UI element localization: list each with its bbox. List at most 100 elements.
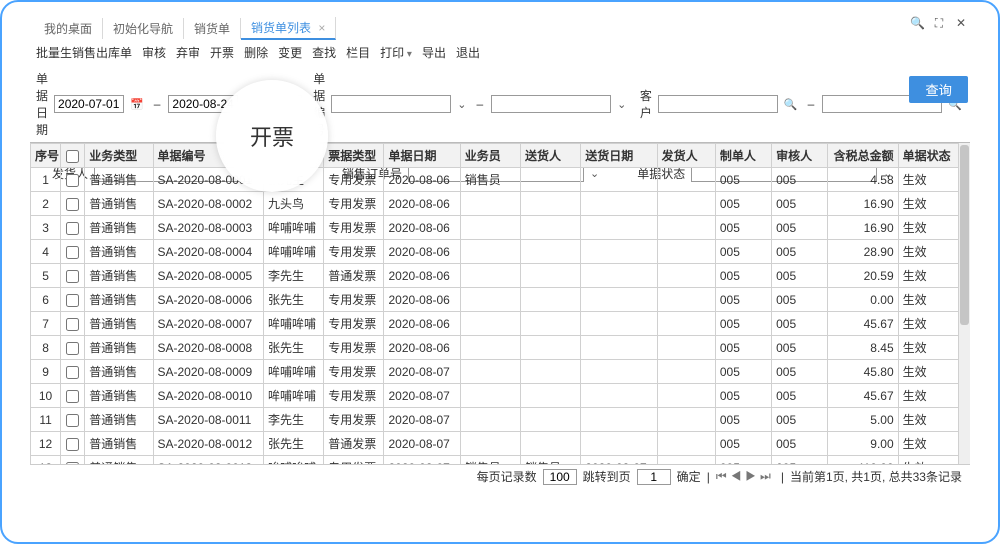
cell-check[interactable]	[61, 216, 85, 240]
col-auditor[interactable]: 审核人	[772, 144, 828, 168]
cell-check[interactable]	[61, 384, 85, 408]
table-row[interactable]: 7普通销售SA-2020-08-0007哞哺哞哺专用发票2020-08-0600…	[31, 312, 959, 336]
cell-check[interactable]	[61, 360, 85, 384]
cell-check[interactable]	[61, 288, 85, 312]
per-page-input[interactable]	[543, 469, 577, 485]
cell-sender	[657, 432, 715, 456]
row-checkbox[interactable]	[66, 174, 79, 187]
chevron-down-icon[interactable]: ⌄	[455, 98, 468, 111]
cell-sales	[460, 384, 520, 408]
maximize-icon[interactable]: ⛶	[932, 16, 946, 30]
cell-check[interactable]	[61, 312, 85, 336]
cell-auditor: 005	[772, 336, 828, 360]
row-checkbox[interactable]	[66, 198, 79, 211]
batch-button[interactable]: 批量生销售出库单	[36, 44, 132, 61]
search-icon[interactable]: 🔍	[910, 16, 924, 30]
invoice-button[interactable]: 开票	[210, 44, 234, 61]
tab-sales-list[interactable]: 销货单列表 ×	[241, 17, 336, 40]
jump-page-input[interactable]	[637, 469, 671, 485]
table-row[interactable]: 5普通销售SA-2020-08-0005李先生普通发票2020-08-06005…	[31, 264, 959, 288]
col-seq[interactable]: 序号	[31, 144, 61, 168]
window-close-icon[interactable]: ✕	[954, 16, 968, 30]
table-row[interactable]: 1普通销售SA-2020-08-0001张先生专用发票2020-08-06销售员…	[31, 168, 959, 192]
export-button[interactable]: 导出	[422, 44, 446, 61]
cell-check[interactable]	[61, 168, 85, 192]
query-button[interactable]: 查询	[909, 76, 968, 103]
col-check[interactable]	[61, 144, 85, 168]
select-all-checkbox[interactable]	[66, 150, 79, 163]
row-checkbox[interactable]	[66, 246, 79, 259]
table-row[interactable]: 10普通销售SA-2020-08-0010哞哺哞哺专用发票2020-08-070…	[31, 384, 959, 408]
cell-check[interactable]	[61, 192, 85, 216]
abandon-audit-button[interactable]: 弃审	[176, 44, 200, 61]
close-icon[interactable]: ×	[318, 21, 325, 35]
cell-status: 生效	[898, 312, 958, 336]
row-checkbox[interactable]	[66, 222, 79, 235]
col-sender[interactable]: 发货人	[657, 144, 715, 168]
columns-button[interactable]: 栏目	[346, 44, 370, 61]
col-amount[interactable]: 含税总金额	[828, 144, 898, 168]
doc-no-from-input[interactable]	[331, 95, 451, 113]
row-checkbox[interactable]	[66, 318, 79, 331]
chevron-down-icon[interactable]: ⌄	[615, 98, 628, 111]
row-checkbox[interactable]	[66, 270, 79, 283]
page-ok-button[interactable]: 确定	[677, 468, 701, 485]
table-row[interactable]: 2普通销售SA-2020-08-0002九头鸟专用发票2020-08-06005…	[31, 192, 959, 216]
col-deldate[interactable]: 送货日期	[581, 144, 657, 168]
cell-invtype: 专用发票	[324, 312, 384, 336]
customer-from-input[interactable]	[658, 95, 778, 113]
cell-customer: 张先生	[263, 432, 323, 456]
exit-button[interactable]: 退出	[456, 44, 480, 61]
cell-sender	[657, 336, 715, 360]
table-row[interactable]: 4普通销售SA-2020-08-0004哞哺哞哺专用发票2020-08-0600…	[31, 240, 959, 264]
row-checkbox[interactable]	[66, 342, 79, 355]
cell-deliver	[521, 312, 581, 336]
table-row[interactable]: 6普通销售SA-2020-08-0006张先生专用发票2020-08-06005…	[31, 288, 959, 312]
table-row[interactable]: 3普通销售SA-2020-08-0003哞哺哞哺专用发票2020-08-0600…	[31, 216, 959, 240]
row-checkbox[interactable]	[66, 366, 79, 379]
cell-deliver	[521, 168, 581, 192]
calendar-icon[interactable]: 📅	[128, 98, 146, 111]
row-checkbox[interactable]	[66, 414, 79, 427]
doc-no-to-input[interactable]	[491, 95, 611, 113]
cell-check[interactable]	[61, 240, 85, 264]
cell-auditor: 005	[772, 192, 828, 216]
cell-docno: SA-2020-08-0008	[153, 336, 263, 360]
row-checkbox[interactable]	[66, 390, 79, 403]
date-from-input[interactable]	[54, 95, 124, 113]
col-deliver[interactable]: 送货人	[521, 144, 581, 168]
col-maker[interactable]: 制单人	[715, 144, 771, 168]
cell-sender	[657, 264, 715, 288]
row-checkbox[interactable]	[66, 438, 79, 451]
cell-docdate: 2020-08-07	[384, 408, 460, 432]
tab-desktop[interactable]: 我的桌面	[34, 18, 103, 39]
tab-init[interactable]: 初始化导航	[103, 18, 184, 39]
cell-invtype: 专用发票	[324, 240, 384, 264]
vertical-scrollbar[interactable]	[959, 143, 970, 488]
cell-check[interactable]	[61, 264, 85, 288]
col-docdate[interactable]: 单据日期	[384, 144, 460, 168]
table-row[interactable]: 12普通销售SA-2020-08-0012张先生普通发票2020-08-0700…	[31, 432, 959, 456]
cell-status: 生效	[898, 240, 958, 264]
cell-check[interactable]	[61, 336, 85, 360]
search-icon[interactable]: 🔍	[782, 98, 800, 111]
print-button[interactable]: 打印	[380, 44, 412, 61]
audit-button[interactable]: 审核	[142, 44, 166, 61]
find-button[interactable]: 查找	[312, 44, 336, 61]
col-invtype[interactable]: 票据类型	[324, 144, 384, 168]
table-row[interactable]: 9普通销售SA-2020-08-0009哞哺哞哺专用发票2020-08-0700…	[31, 360, 959, 384]
cell-check[interactable]	[61, 408, 85, 432]
cell-biztype: 普通销售	[85, 336, 153, 360]
change-button[interactable]: 变更	[278, 44, 302, 61]
delete-button[interactable]: 删除	[244, 44, 268, 61]
cell-check[interactable]	[61, 432, 85, 456]
col-biztype[interactable]: 业务类型	[85, 144, 153, 168]
table-row[interactable]: 8普通销售SA-2020-08-0008张先生专用发票2020-08-06005…	[31, 336, 959, 360]
cell-seq: 6	[31, 288, 61, 312]
table-row[interactable]: 11普通销售SA-2020-08-0011李先生专用发票2020-08-0700…	[31, 408, 959, 432]
tab-sales[interactable]: 销货单	[184, 18, 241, 39]
row-checkbox[interactable]	[66, 294, 79, 307]
pager-nav-icons[interactable]: ⏮◀▶⏭	[716, 469, 775, 484]
col-status[interactable]: 单据状态	[898, 144, 958, 168]
col-sales[interactable]: 业务员	[460, 144, 520, 168]
